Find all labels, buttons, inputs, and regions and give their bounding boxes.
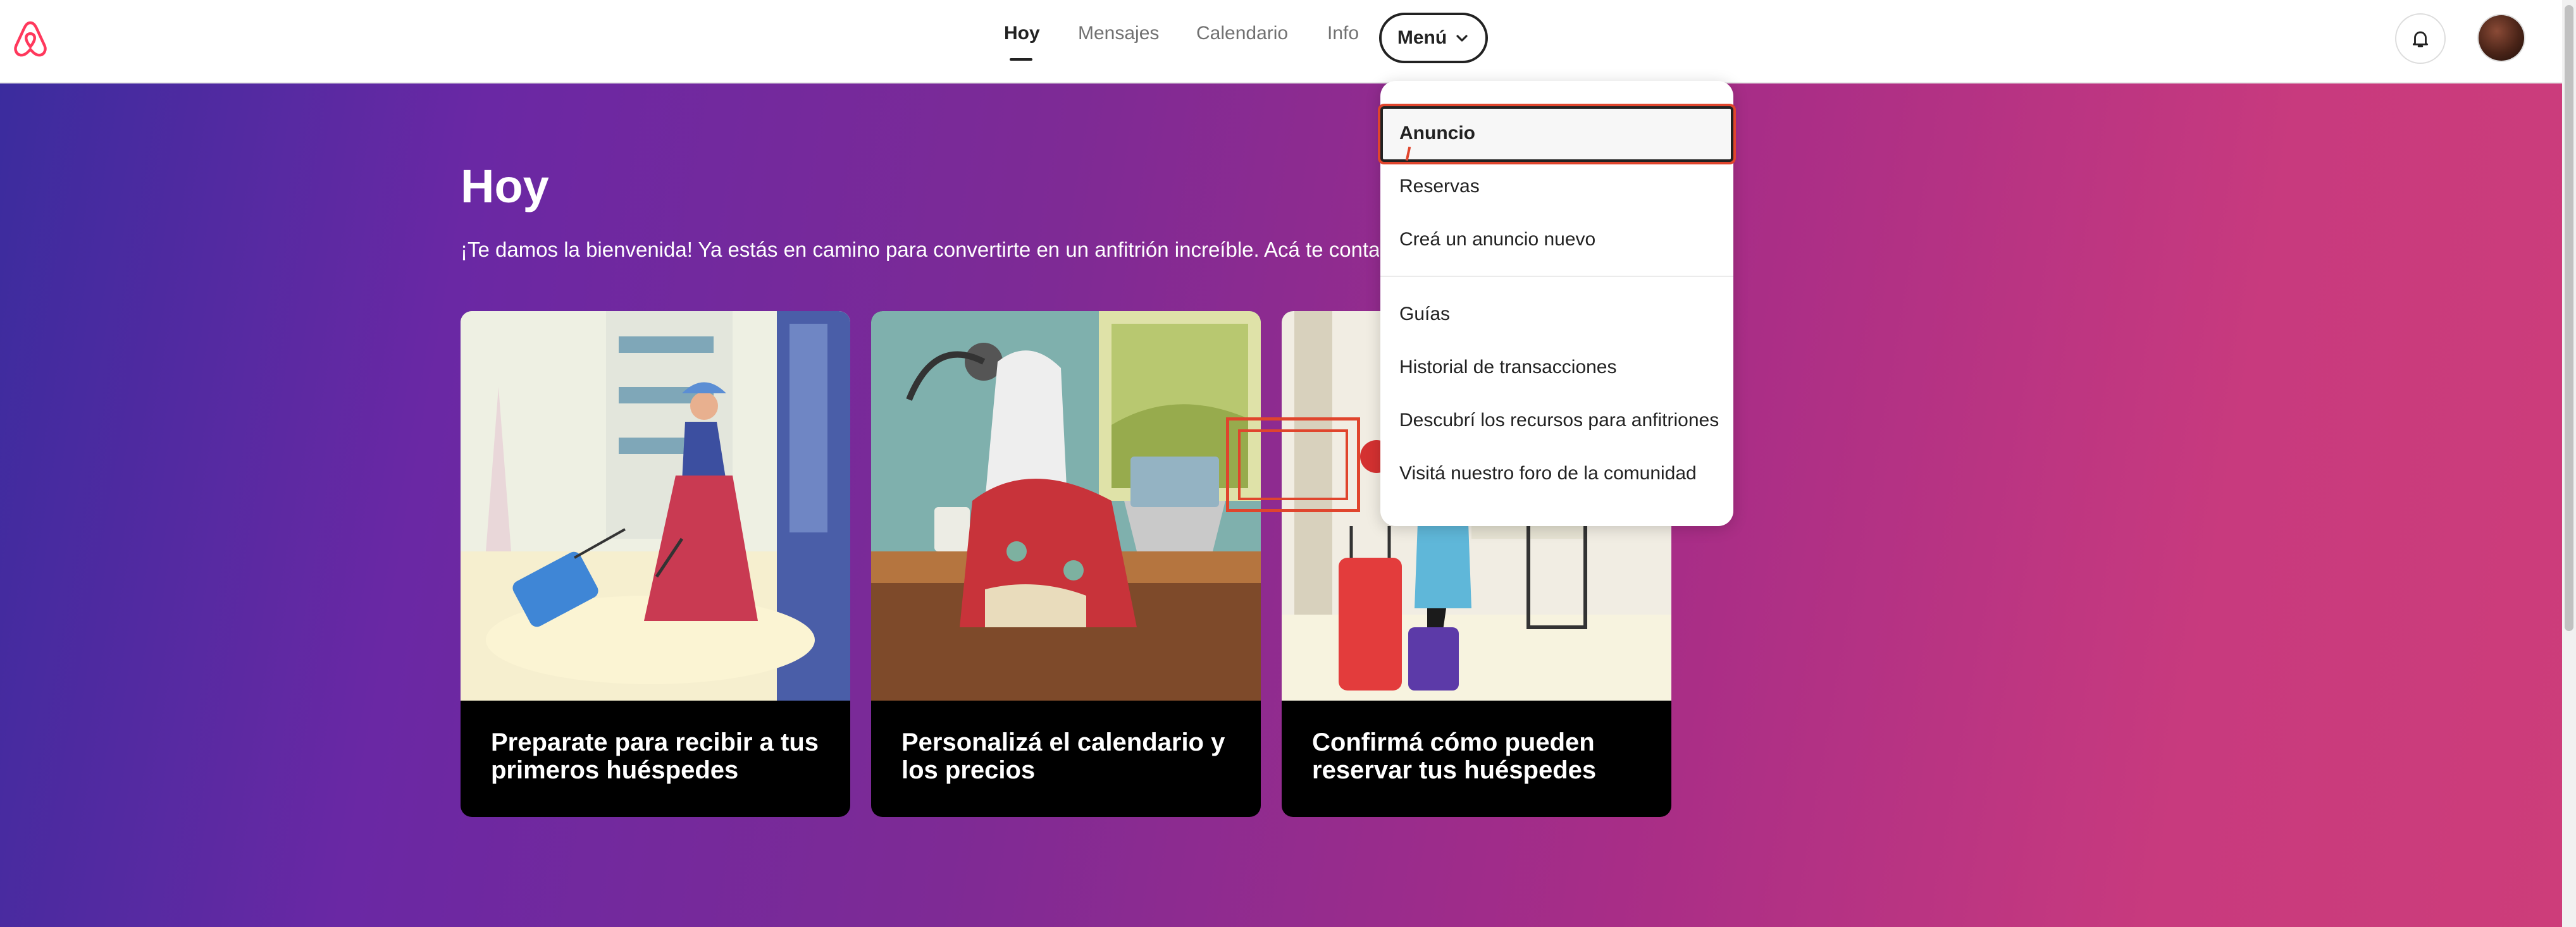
menu-divider bbox=[1380, 276, 1733, 277]
menu-button-label: Menú bbox=[1397, 27, 1447, 48]
red-annotation-frame bbox=[1226, 417, 1360, 512]
menu-button[interactable]: Menú bbox=[1379, 13, 1488, 63]
card-prepare-guests[interactable]: Preparate para recibir a tus primeros hu… bbox=[461, 311, 850, 817]
nav-tab-calendario[interactable]: Calendario bbox=[1196, 23, 1288, 44]
nav-tab-mensajes[interactable]: Mensajes bbox=[1078, 23, 1159, 44]
top-navigation-bar: Hoy Mensajes Calendario Info Menú bbox=[0, 0, 2562, 83]
main-menu-dropdown: Anuncio Reservas Creá un anuncio nuevo G… bbox=[1380, 81, 1733, 526]
active-tab-underline bbox=[1010, 58, 1032, 61]
nav-tab-hoy[interactable]: Hoy bbox=[1004, 23, 1040, 44]
laptop-host-illustration bbox=[871, 311, 1261, 701]
card-title: Confirmá cómo pueden reservar tus huéspe… bbox=[1312, 728, 1597, 784]
menu-item-guias[interactable]: Guías bbox=[1399, 304, 1450, 325]
traveler-illustration bbox=[461, 311, 850, 701]
menu-item-foro-comunidad[interactable]: Visitá nuestro foro de la comunidad bbox=[1399, 463, 1697, 484]
card-title: Preparate para recibir a tus primeros hu… bbox=[491, 728, 819, 784]
welcome-message: ¡Te damos la bienvenida! Ya estás en cam… bbox=[461, 238, 1379, 261]
menu-item-recursos-anfitriones[interactable]: Descubrí los recursos para anfitriones bbox=[1399, 410, 1719, 431]
scrollbar-thumb[interactable] bbox=[2565, 5, 2573, 631]
bell-icon bbox=[2412, 31, 2429, 47]
airbnb-logo-icon[interactable] bbox=[10, 19, 51, 59]
user-avatar[interactable] bbox=[2479, 15, 2524, 61]
menu-item-crear-anuncio[interactable]: Creá un anuncio nuevo bbox=[1399, 229, 1595, 250]
nav-tab-info[interactable]: Info bbox=[1327, 23, 1359, 44]
menu-item-reservas[interactable]: Reservas bbox=[1399, 176, 1480, 197]
notifications-button[interactable] bbox=[2395, 13, 2446, 64]
chevron-down-icon bbox=[1456, 35, 1468, 42]
page-title: Hoy bbox=[461, 160, 549, 212]
menu-item-anuncio[interactable]: Anuncio bbox=[1399, 123, 1475, 144]
card-title: Personalizá el calendario y los precios bbox=[901, 728, 1225, 784]
menu-item-historial-transacciones[interactable]: Historial de transacciones bbox=[1399, 357, 1617, 378]
card-calendar-pricing[interactable]: Personalizá el calendario y los precios bbox=[871, 311, 1261, 817]
